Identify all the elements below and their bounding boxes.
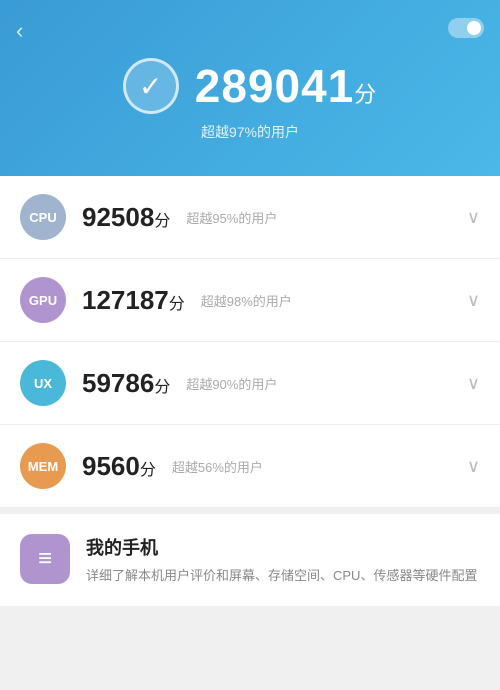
toggle-switch[interactable]	[448, 18, 484, 38]
ux-percent: 超越90%的用户	[186, 374, 277, 393]
phone-icon: ≡	[20, 534, 70, 584]
mem-score: 9560分	[82, 451, 156, 482]
gpu-score-block: 127187分 超越98%的用户	[82, 285, 467, 316]
back-arrow-icon[interactable]: ‹	[16, 18, 23, 44]
cpu-badge: CPU	[20, 194, 66, 240]
phone-text-block: 我的手机 详细了解本机用户评价和屏幕、存储空间、CPU、传感器等硬件配置	[86, 534, 477, 586]
ux-score-block: 59786分 超越90%的用户	[82, 368, 467, 399]
mem-row[interactable]: MEM 9560分 超越56%的用户 ∨	[0, 425, 500, 508]
check-circle-icon: ✓	[123, 58, 179, 114]
header-section: ‹ ✓ 289041分 超越97%的用户	[0, 0, 500, 176]
score-subtitle: 超越97%的用户	[201, 122, 299, 142]
mem-badge: MEM	[20, 443, 66, 489]
cpu-row[interactable]: CPU 92508分 超越95%的用户 ∨	[0, 176, 500, 259]
cpu-chevron-icon: ∨	[467, 207, 480, 228]
ux-chevron-icon: ∨	[467, 373, 480, 394]
score-row: ✓ 289041分	[123, 58, 378, 114]
header-top-bar: ‹	[16, 18, 484, 38]
mem-percent: 超越56%的用户	[172, 457, 263, 476]
my-phone-card[interactable]: ≡ 我的手机 详细了解本机用户评价和屏幕、存储空间、CPU、传感器等硬件配置	[0, 514, 500, 606]
gpu-chevron-icon: ∨	[467, 290, 480, 311]
ux-score: 59786分	[82, 368, 170, 399]
ux-badge: UX	[20, 360, 66, 406]
cpu-score: 92508分	[82, 202, 170, 233]
gpu-score: 127187分	[82, 285, 185, 316]
phone-title: 我的手机	[86, 534, 477, 560]
cpu-score-block: 92508分 超越95%的用户	[82, 202, 467, 233]
gpu-percent: 超越98%的用户	[201, 291, 292, 310]
gpu-badge: GPU	[20, 277, 66, 323]
items-list: CPU 92508分 超越95%的用户 ∨ GPU 127187分 超越98%的…	[0, 176, 500, 508]
mem-chevron-icon: ∨	[467, 456, 480, 477]
cpu-percent: 超越95%的用户	[186, 208, 277, 227]
gpu-row[interactable]: GPU 127187分 超越98%的用户 ∨	[0, 259, 500, 342]
mem-score-block: 9560分 超越56%的用户	[82, 451, 467, 482]
score-section: ✓ 289041分 超越97%的用户	[16, 58, 484, 152]
main-score: 289041分	[195, 59, 378, 113]
phone-description: 详细了解本机用户评价和屏幕、存储空间、CPU、传感器等硬件配置	[86, 566, 477, 586]
ux-row[interactable]: UX 59786分 超越90%的用户 ∨	[0, 342, 500, 425]
